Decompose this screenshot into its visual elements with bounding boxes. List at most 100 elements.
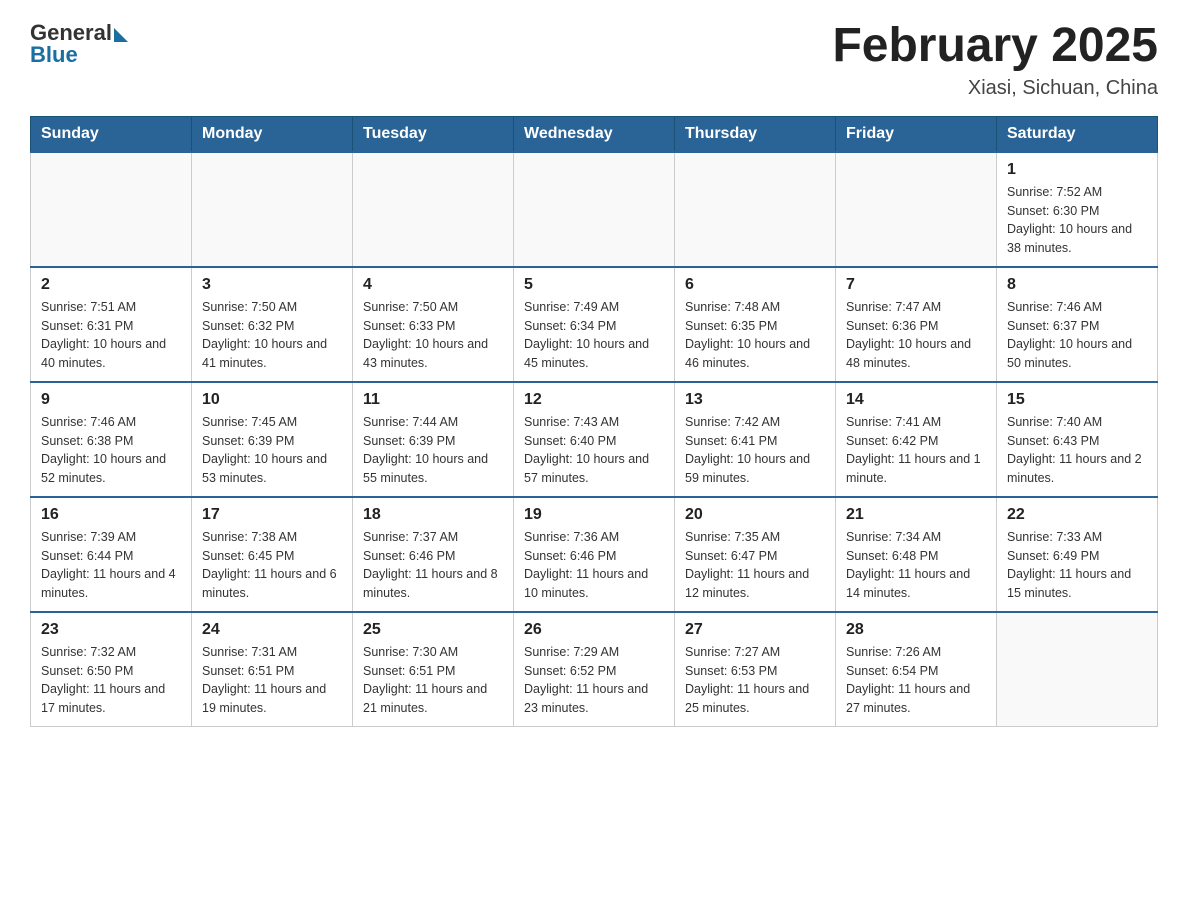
header-friday: Friday [836,116,997,152]
day-info: Sunrise: 7:45 AM Sunset: 6:39 PM Dayligh… [202,413,342,488]
day-number: 7 [846,276,986,294]
page-header: General Blue February 2025 Xiasi, Sichua… [30,20,1158,100]
logo: General Blue [30,20,128,68]
day-number: 26 [524,621,664,639]
day-number: 18 [363,506,503,524]
day-number: 11 [363,391,503,409]
calendar-cell [31,152,192,267]
day-info: Sunrise: 7:38 AM Sunset: 6:45 PM Dayligh… [202,528,342,603]
calendar-cell: 2Sunrise: 7:51 AM Sunset: 6:31 PM Daylig… [31,267,192,382]
calendar-week-1: 1 Sunrise: 7:52 AM Sunset: 6:30 PM Daylig… [31,152,1158,267]
day-info: Sunrise: 7:51 AM Sunset: 6:31 PM Dayligh… [41,298,181,373]
weekday-header-row: Sunday Monday Tuesday Wednesday Thursday… [31,116,1158,152]
day-info: Sunrise: 7:37 AM Sunset: 6:46 PM Dayligh… [363,528,503,603]
calendar-table: Sunday Monday Tuesday Wednesday Thursday… [30,116,1158,727]
day-info: Sunrise: 7:42 AM Sunset: 6:41 PM Dayligh… [685,413,825,488]
day-number: 14 [846,391,986,409]
calendar-cell: 13 Sunrise: 7:42 AM Sunset: 6:41 PM Dayli… [675,382,836,497]
month-title: February 2025 [832,20,1158,73]
day-number: 19 [524,506,664,524]
day-number: 15 [1007,391,1147,409]
calendar-cell [997,612,1158,727]
day-info: Sunrise: 7:49 AM Sunset: 6:34 PM Dayligh… [524,298,664,373]
calendar-cell [836,152,997,267]
calendar-cell: 15 Sunrise: 7:40 AM Sunset: 6:43 PM Dayli… [997,382,1158,497]
calendar-cell: 23Sunrise: 7:32 AM Sunset: 6:50 PM Dayli… [31,612,192,727]
header-thursday: Thursday [675,116,836,152]
calendar-cell [675,152,836,267]
calendar-cell [353,152,514,267]
calendar-cell: 16 Sunrise: 7:39 AM Sunset: 6:44 PM Dayli… [31,497,192,612]
header-tuesday: Tuesday [353,116,514,152]
day-number: 25 [363,621,503,639]
calendar-cell: 21 Sunrise: 7:34 AM Sunset: 6:48 PM Dayli… [836,497,997,612]
day-info: Sunrise: 7:34 AM Sunset: 6:48 PM Dayligh… [846,528,986,603]
day-info: Sunrise: 7:41 AM Sunset: 6:42 PM Dayligh… [846,413,986,488]
title-block: February 2025 Xiasi, Sichuan, China [832,20,1158,100]
day-number: 24 [202,621,342,639]
calendar-cell: 10 Sunrise: 7:45 AM Sunset: 6:39 PM Dayli… [192,382,353,497]
calendar-cell: 11 Sunrise: 7:44 AM Sunset: 6:39 PM Dayli… [353,382,514,497]
day-info: Sunrise: 7:40 AM Sunset: 6:43 PM Dayligh… [1007,413,1147,488]
logo-blue-text: Blue [30,42,78,68]
day-info: Sunrise: 7:43 AM Sunset: 6:40 PM Dayligh… [524,413,664,488]
day-number: 4 [363,276,503,294]
day-info: Sunrise: 7:47 AM Sunset: 6:36 PM Dayligh… [846,298,986,373]
calendar-cell: 9 Sunrise: 7:46 AM Sunset: 6:38 PM Daylig… [31,382,192,497]
day-number: 27 [685,621,825,639]
calendar-cell: 27Sunrise: 7:27 AM Sunset: 6:53 PM Dayli… [675,612,836,727]
day-number: 3 [202,276,342,294]
day-number: 28 [846,621,986,639]
day-number: 10 [202,391,342,409]
calendar-cell [514,152,675,267]
day-number: 16 [41,506,181,524]
calendar-cell: 5 Sunrise: 7:49 AM Sunset: 6:34 PM Daylig… [514,267,675,382]
day-info: Sunrise: 7:50 AM Sunset: 6:32 PM Dayligh… [202,298,342,373]
calendar-cell: 14 Sunrise: 7:41 AM Sunset: 6:42 PM Dayli… [836,382,997,497]
day-number: 17 [202,506,342,524]
calendar-cell: 8 Sunrise: 7:46 AM Sunset: 6:37 PM Daylig… [997,267,1158,382]
calendar-cell: 26Sunrise: 7:29 AM Sunset: 6:52 PM Dayli… [514,612,675,727]
calendar-cell: 17 Sunrise: 7:38 AM Sunset: 6:45 PM Dayli… [192,497,353,612]
calendar-cell: 6 Sunrise: 7:48 AM Sunset: 6:35 PM Daylig… [675,267,836,382]
day-info: Sunrise: 7:30 AM Sunset: 6:51 PM Dayligh… [363,643,503,718]
location-text: Xiasi, Sichuan, China [832,77,1158,100]
calendar-cell: 22Sunrise: 7:33 AM Sunset: 6:49 PM Dayli… [997,497,1158,612]
day-number: 5 [524,276,664,294]
calendar-cell: 18 Sunrise: 7:37 AM Sunset: 6:46 PM Dayli… [353,497,514,612]
day-info: Sunrise: 7:50 AM Sunset: 6:33 PM Dayligh… [363,298,503,373]
day-info: Sunrise: 7:44 AM Sunset: 6:39 PM Dayligh… [363,413,503,488]
day-info: Sunrise: 7:33 AM Sunset: 6:49 PM Dayligh… [1007,528,1147,603]
calendar-cell: 25 Sunrise: 7:30 AM Sunset: 6:51 PM Dayli… [353,612,514,727]
calendar-week-2: 2Sunrise: 7:51 AM Sunset: 6:31 PM Daylig… [31,267,1158,382]
calendar-cell: 12 Sunrise: 7:43 AM Sunset: 6:40 PM Dayli… [514,382,675,497]
day-info: Sunrise: 7:39 AM Sunset: 6:44 PM Dayligh… [41,528,181,603]
calendar-cell [192,152,353,267]
day-info: Sunrise: 7:48 AM Sunset: 6:35 PM Dayligh… [685,298,825,373]
calendar-cell: 7 Sunrise: 7:47 AM Sunset: 6:36 PM Daylig… [836,267,997,382]
calendar-cell: 20 Sunrise: 7:35 AM Sunset: 6:47 PM Dayli… [675,497,836,612]
day-info: Sunrise: 7:46 AM Sunset: 6:37 PM Dayligh… [1007,298,1147,373]
header-sunday: Sunday [31,116,192,152]
day-info: Sunrise: 7:35 AM Sunset: 6:47 PM Dayligh… [685,528,825,603]
calendar-cell: 4 Sunrise: 7:50 AM Sunset: 6:33 PM Daylig… [353,267,514,382]
day-number: 9 [41,391,181,409]
day-info: Sunrise: 7:26 AM Sunset: 6:54 PM Dayligh… [846,643,986,718]
calendar-week-4: 16 Sunrise: 7:39 AM Sunset: 6:44 PM Dayli… [31,497,1158,612]
calendar-cell: 24 Sunrise: 7:31 AM Sunset: 6:51 PM Dayli… [192,612,353,727]
day-number: 13 [685,391,825,409]
calendar-week-5: 23Sunrise: 7:32 AM Sunset: 6:50 PM Dayli… [31,612,1158,727]
calendar-week-3: 9 Sunrise: 7:46 AM Sunset: 6:38 PM Daylig… [31,382,1158,497]
calendar-cell: 1 Sunrise: 7:52 AM Sunset: 6:30 PM Daylig… [997,152,1158,267]
day-number: 12 [524,391,664,409]
day-number: 21 [846,506,986,524]
day-info: Sunrise: 7:46 AM Sunset: 6:38 PM Dayligh… [41,413,181,488]
logo-arrow-icon [114,28,128,42]
day-number: 8 [1007,276,1147,294]
day-number: 6 [685,276,825,294]
day-number: 20 [685,506,825,524]
day-info: Sunrise: 7:31 AM Sunset: 6:51 PM Dayligh… [202,643,342,718]
day-number: 1 [1007,161,1147,179]
header-saturday: Saturday [997,116,1158,152]
day-info: Sunrise: 7:52 AM Sunset: 6:30 PM Dayligh… [1007,183,1147,258]
